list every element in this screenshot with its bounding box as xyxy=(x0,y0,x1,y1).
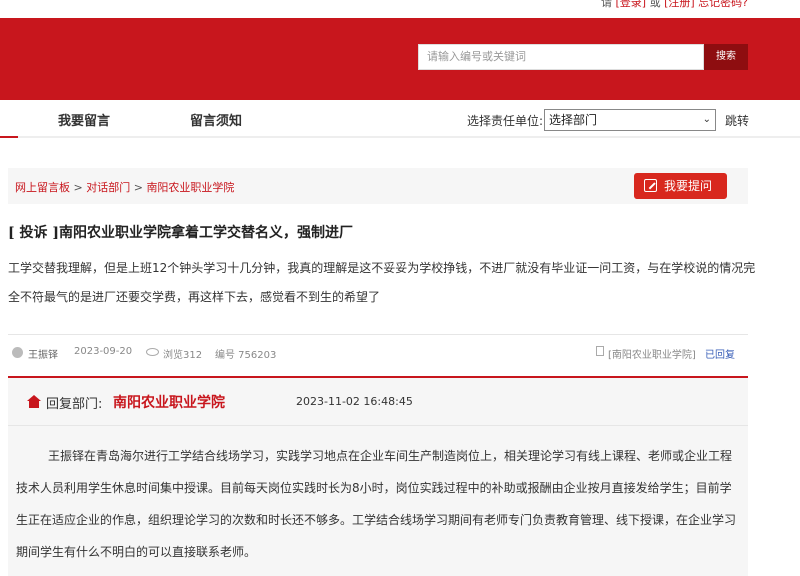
status-badge: 已回复 xyxy=(705,350,735,361)
chevron-down-icon: ⌄ xyxy=(702,114,711,125)
post-number: 编号 756203 xyxy=(215,350,277,361)
view-count: 浏览312 xyxy=(163,350,203,361)
header-banner: 请输入编号或关键词 搜索 xyxy=(0,18,800,100)
post-meta: 王振铎 2023-09-20 浏览312 编号 756203 [南阳农业职业学院… xyxy=(8,334,748,370)
search-button[interactable]: 搜索 xyxy=(704,44,748,70)
dept-select[interactable]: 选择部门 ⌄ xyxy=(544,109,716,131)
post-dept-tag: [南阳农业职业学院] xyxy=(608,350,696,361)
edit-icon xyxy=(644,179,657,192)
post-date: 2023-09-20 xyxy=(74,346,133,357)
building-icon xyxy=(27,395,41,409)
dept-label: 选择责任单位: xyxy=(467,114,544,128)
post-tag: [ 投诉 ] xyxy=(8,225,59,241)
eye-icon xyxy=(146,348,159,356)
login-link[interactable]: [登录] xyxy=(615,0,646,9)
account-links: 请 [登录] 或 [注册] 忘记密码? xyxy=(601,0,748,9)
dept-select-value: 选择部门 xyxy=(549,113,598,127)
ask-question-button[interactable]: 我要提问 xyxy=(634,173,727,199)
author-name: 王振铎 xyxy=(28,350,58,361)
search-input[interactable]: 请输入编号或关键词 xyxy=(418,44,704,70)
user-icon xyxy=(12,347,23,358)
breadcrumb-sep: > xyxy=(133,181,143,194)
page-title: [ 投诉 ]南阳农业职业学院拿着工学交替名义，强制进厂 xyxy=(8,222,353,242)
post-body: 工学交替我理解，但是上班12个钟头学习十几分钟，我真的理解是这不妥妥为学校挣钱，… xyxy=(8,261,756,304)
nav-message-guide[interactable]: 留言须知 xyxy=(190,110,242,129)
register-link[interactable]: [注册] xyxy=(664,0,695,9)
or-text: 或 xyxy=(649,0,661,9)
top-links-bar: 请 [登录] 或 [注册] 忘记密码? xyxy=(0,0,800,16)
reply-body: 王振铎在青岛海尔进行工学结合线场学习，实践学习地点在企业车间生产制造岗位上，相关… xyxy=(16,449,737,559)
breadcrumb-sep: > xyxy=(73,181,83,194)
reply-panel: 回复部门: 南阳农业职业学院 2023-11-02 16:48:45 王振铎在青… xyxy=(8,376,748,576)
main-nav: 我要留言 留言须知 选择责任单位: 选择部门 ⌄ 跳转 xyxy=(0,100,800,138)
ask-question-label: 我要提问 xyxy=(664,179,713,193)
reply-label: 回复部门: xyxy=(46,397,103,412)
nav-accent xyxy=(0,136,18,138)
breadcrumb: 网上留言板 > 对话部门 > 南阳农业职业学院 xyxy=(15,179,234,195)
forgot-password-link[interactable]: 忘记密码? xyxy=(698,0,748,9)
breadcrumb-dialog[interactable]: 对话部门 xyxy=(86,181,130,194)
jump-button[interactable]: 跳转 xyxy=(725,112,749,129)
reply-dept: 南阳农业职业学院 xyxy=(113,395,225,411)
breadcrumb-college[interactable]: 南阳农业职业学院 xyxy=(146,181,234,194)
nav-leave-message[interactable]: 我要留言 xyxy=(58,110,110,129)
prefix-text: 请 xyxy=(600,0,612,9)
post-title-text: 南阳农业职业学院拿着工学交替名义，强制进厂 xyxy=(59,225,353,241)
document-icon xyxy=(596,346,604,356)
breadcrumb-board[interactable]: 网上留言板 xyxy=(15,181,70,194)
reply-header: 回复部门: 南阳农业职业学院 2023-11-02 16:48:45 xyxy=(8,378,748,426)
reply-time: 2023-11-02 16:48:45 xyxy=(296,395,413,408)
